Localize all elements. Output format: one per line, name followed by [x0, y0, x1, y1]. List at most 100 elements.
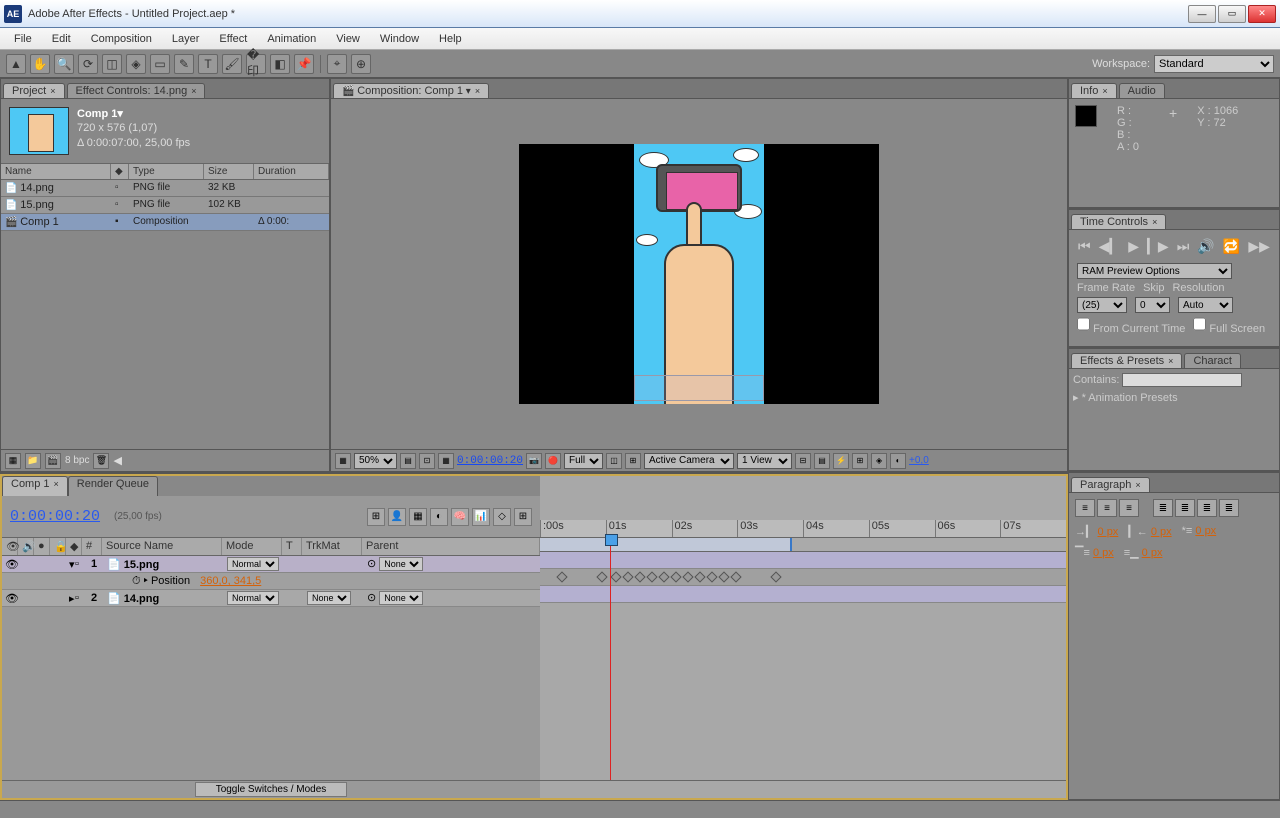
- graph-editor-icon[interactable]: 📊: [472, 508, 490, 526]
- layer-track[interactable]: [540, 552, 1066, 569]
- share-view-icon[interactable]: ⊟: [795, 453, 811, 469]
- frame-blend-icon[interactable]: ▦: [409, 508, 427, 526]
- layer-row[interactable]: 👁 ▾▫ 1 📄 15.png Normal ⊙ None: [2, 556, 540, 573]
- keyframe-row[interactable]: [540, 569, 1066, 586]
- workspace-select[interactable]: Standard: [1154, 55, 1274, 73]
- full-screen-checkbox[interactable]: Full Screen: [1193, 316, 1265, 335]
- ram-preview-icon[interactable]: ▶▶: [1248, 238, 1270, 255]
- auto-keyframe-icon[interactable]: ◇: [493, 508, 511, 526]
- menu-view[interactable]: View: [326, 31, 370, 47]
- skip-select[interactable]: 0: [1135, 297, 1170, 313]
- bpc-label[interactable]: 8 bpc: [65, 455, 89, 466]
- rect-tool-icon[interactable]: ▭: [150, 54, 170, 74]
- tab-time-controls[interactable]: Time Controls×: [1071, 214, 1166, 229]
- exposure-reset-icon[interactable]: ◐: [890, 453, 906, 469]
- camera-select[interactable]: Active Camera: [644, 453, 734, 469]
- loop-icon[interactable]: 🔁: [1223, 238, 1240, 255]
- pan-behind-tool-icon[interactable]: ◈: [126, 54, 146, 74]
- frame-rate-select[interactable]: (25): [1077, 297, 1127, 313]
- pixel-aspect-icon[interactable]: ⊞: [625, 453, 641, 469]
- minimize-button[interactable]: —: [1188, 5, 1216, 23]
- toggle-switches-button[interactable]: Toggle Switches / Modes: [195, 782, 348, 797]
- menu-file[interactable]: File: [4, 31, 42, 47]
- tab-render-queue[interactable]: Render Queue: [68, 476, 158, 496]
- project-row[interactable]: 📄 14.png ▫ PNG file 32 KB: [1, 180, 329, 197]
- first-frame-icon[interactable]: ⏮: [1078, 238, 1091, 255]
- camera-tool-icon[interactable]: ◫: [102, 54, 122, 74]
- hide-shy-icon[interactable]: 👤: [388, 508, 406, 526]
- justify-all-icon[interactable]: ≣: [1219, 499, 1239, 517]
- col-size[interactable]: Size: [204, 164, 254, 179]
- col-type[interactable]: Type: [129, 164, 204, 179]
- justify-right-icon[interactable]: ≣: [1197, 499, 1217, 517]
- maximize-button[interactable]: ▭: [1218, 5, 1246, 23]
- tab-comp[interactable]: 🎬 Composition: Comp 1 ▾×: [333, 83, 489, 98]
- more-icon[interactable]: ⊞: [514, 508, 532, 526]
- current-time[interactable]: 0:00:00:20: [457, 455, 523, 467]
- resolution-icon[interactable]: ▤: [400, 453, 416, 469]
- local-axis-icon[interactable]: ⌖: [327, 54, 347, 74]
- menu-layer[interactable]: Layer: [162, 31, 210, 47]
- roi-icon[interactable]: ⊡: [419, 453, 435, 469]
- grid-icon[interactable]: ▦: [438, 453, 454, 469]
- tab-paragraph[interactable]: Paragraph×: [1071, 477, 1150, 492]
- exposure-value[interactable]: +0,0: [909, 455, 929, 466]
- from-current-checkbox[interactable]: From Current Time: [1077, 316, 1185, 335]
- resolution-select[interactable]: Auto: [1178, 297, 1233, 313]
- zoom-select[interactable]: 50%: [354, 453, 397, 469]
- color-mgmt-icon[interactable]: ▤: [814, 453, 830, 469]
- project-row[interactable]: 📄 15.png ▫ PNG file 102 KB: [1, 197, 329, 214]
- mask-icon[interactable]: ◫: [606, 453, 622, 469]
- next-frame-icon[interactable]: ▎▶: [1147, 238, 1169, 255]
- last-frame-icon[interactable]: ⏭: [1177, 238, 1190, 255]
- timeline-tracks[interactable]: :00s01s02s03s 04s05s06s07s: [540, 474, 1068, 800]
- layer-row[interactable]: 👁 ▸▫ 2 📄 14.png Normal None ⊙ None: [2, 590, 540, 607]
- tab-effect-controls[interactable]: Effect Controls: 14.png×: [67, 83, 206, 98]
- tab-info[interactable]: Info×: [1071, 83, 1117, 98]
- timeline-icon[interactable]: ⊞: [852, 453, 868, 469]
- tab-project[interactable]: Project×: [3, 83, 65, 98]
- motion-blur-icon[interactable]: ◐: [430, 508, 448, 526]
- new-comp-icon[interactable]: 🎬: [45, 453, 61, 469]
- col-name[interactable]: Name: [1, 164, 111, 179]
- viewer-canvas[interactable]: [331, 99, 1067, 449]
- layer-track[interactable]: [540, 586, 1066, 603]
- puppet-tool-icon[interactable]: 📌: [294, 54, 314, 74]
- work-area-bar[interactable]: [540, 538, 1066, 552]
- brain-icon[interactable]: 🧠: [451, 508, 469, 526]
- world-axis-icon[interactable]: ⊕: [351, 54, 371, 74]
- flowchart-icon[interactable]: ◈: [871, 453, 887, 469]
- play-icon[interactable]: ▶: [1128, 238, 1139, 255]
- menu-animation[interactable]: Animation: [257, 31, 326, 47]
- new-folder-icon[interactable]: 📁: [25, 453, 41, 469]
- col-video[interactable]: 👁: [2, 538, 18, 555]
- selection-tool-icon[interactable]: ▲: [6, 54, 26, 74]
- align-left-icon[interactable]: ≡: [1075, 499, 1095, 517]
- menu-window[interactable]: Window: [370, 31, 429, 47]
- text-tool-icon[interactable]: T: [198, 54, 218, 74]
- col-solo[interactable]: ●: [34, 538, 50, 555]
- col-lock[interactable]: 🔒: [50, 538, 66, 555]
- col-audio[interactable]: 🔊: [18, 538, 34, 555]
- comp-thumbnail[interactable]: [9, 107, 69, 155]
- eraser-tool-icon[interactable]: ◧: [270, 54, 290, 74]
- close-button[interactable]: ✕: [1248, 5, 1276, 23]
- zoom-tool-icon[interactable]: 🔍: [54, 54, 74, 74]
- justify-left-icon[interactable]: ≣: [1153, 499, 1173, 517]
- align-right-icon[interactable]: ≡: [1119, 499, 1139, 517]
- menu-help[interactable]: Help: [429, 31, 472, 47]
- brush-tool-icon[interactable]: 🖌: [222, 54, 242, 74]
- tab-effects-presets[interactable]: Effects & Presets×: [1071, 353, 1182, 368]
- menu-edit[interactable]: Edit: [42, 31, 81, 47]
- tab-comp-timeline[interactable]: Comp 1×: [2, 476, 68, 496]
- fast-preview-icon[interactable]: ⚡: [833, 453, 849, 469]
- timeline-time[interactable]: 0:00:00:20: [10, 508, 100, 525]
- rotate-tool-icon[interactable]: ⟳: [78, 54, 98, 74]
- stamp-tool-icon[interactable]: �印: [246, 54, 266, 74]
- quality-select[interactable]: Full: [564, 453, 603, 469]
- interpret-footage-icon[interactable]: ▦: [5, 453, 21, 469]
- justify-center-icon[interactable]: ≣: [1175, 499, 1195, 517]
- audio-icon[interactable]: 🔊: [1197, 238, 1214, 255]
- delete-icon[interactable]: 🗑: [93, 453, 109, 469]
- draft3d-icon[interactable]: ⊞: [367, 508, 385, 526]
